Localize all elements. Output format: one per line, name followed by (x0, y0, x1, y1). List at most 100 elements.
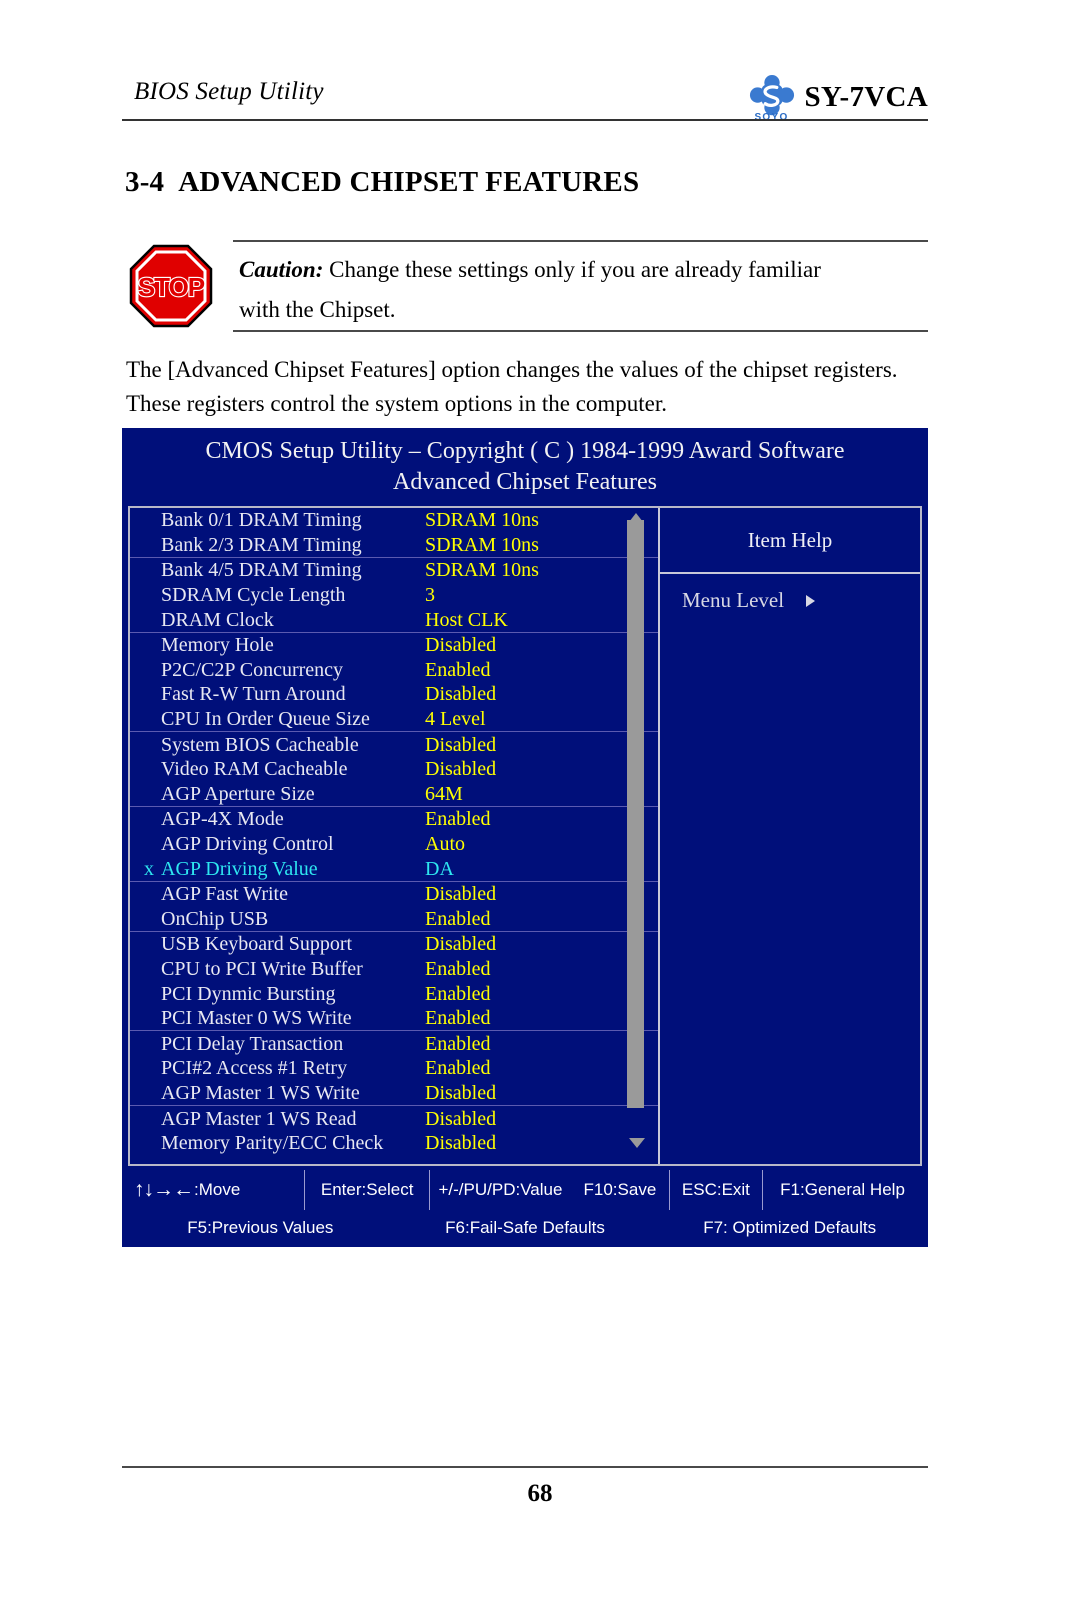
setting-row[interactable]: Video RAM Cacheable Disabled (130, 757, 658, 782)
setting-value[interactable]: Enabled (425, 1006, 491, 1031)
key-value[interactable]: +/-/PU/PD:Value (428, 1170, 571, 1210)
setting-value[interactable]: Enabled (425, 1056, 491, 1081)
setting-row[interactable]: CPU In Order Queue Size 4 Level (130, 707, 658, 732)
setting-label: P2C/C2P Concurrency (161, 658, 344, 681)
setting-disabled-marker: x (144, 857, 154, 880)
setting-value[interactable]: Disabled (425, 1081, 496, 1106)
caution-label: Caution: (239, 257, 324, 282)
soyo-logo-icon: SOYO (749, 74, 795, 123)
setting-value[interactable]: Host CLK (425, 607, 508, 632)
setting-row[interactable]: AGP-4X Mode Enabled (130, 806, 658, 832)
key-esc-exit[interactable]: ESC:Exit (668, 1170, 762, 1210)
setting-value[interactable]: Disabled (425, 1131, 496, 1156)
setting-row[interactable]: PCI Master 0 WS Write Enabled (130, 1006, 658, 1031)
setting-value[interactable]: 4 Level (425, 707, 486, 732)
setting-row[interactable]: Fast R-W Turn Around Disabled (130, 682, 658, 707)
scroll-down-arrow-icon[interactable] (629, 1138, 645, 1148)
setting-label: Fast R-W Turn Around (161, 683, 346, 706)
setting-value[interactable]: SDRAM 10ns (425, 533, 539, 558)
setting-value[interactable]: Disabled (425, 757, 496, 782)
setting-value[interactable]: Enabled (425, 957, 491, 982)
key-enter-select[interactable]: Enter:Select (304, 1170, 428, 1210)
settings-scrollbar[interactable] (625, 510, 647, 1162)
setting-row[interactable]: AGP Aperture Size 64M (130, 782, 658, 807)
setting-label: Memory Parity/ECC Check (161, 1132, 384, 1155)
setting-label: AGP Master 1 WS Read (161, 1107, 357, 1130)
setting-value[interactable]: Enabled (425, 907, 491, 932)
caution-callout: STOP Caution: Change these settings only… (125, 240, 928, 332)
setting-label: AGP Aperture Size (161, 782, 315, 805)
setting-label: SDRAM Cycle Length (161, 584, 346, 607)
setting-label: AGP Driving Value (161, 857, 318, 880)
setting-value[interactable]: Enabled (425, 1031, 491, 1056)
caution-line-1: Caution: Change these settings only if y… (239, 250, 928, 290)
setting-label: USB Keyboard Support (161, 933, 353, 956)
setting-row[interactable]: Memory Hole Disabled (130, 631, 658, 658)
setting-label: Bank 4/5 DRAM Timing (161, 559, 362, 582)
setting-label: CPU to PCI Write Buffer (161, 957, 363, 980)
setting-value[interactable]: SDRAM 10ns (425, 558, 539, 583)
setting-row[interactable]: OnChip USB Enabled (130, 907, 658, 932)
item-help-divider (660, 572, 920, 574)
setting-row[interactable]: DRAM Clock Host CLK (130, 607, 658, 632)
setting-label: Memory Hole (161, 634, 274, 657)
setting-row[interactable]: PCI#2 Access #1 Retry Enabled (130, 1056, 658, 1081)
setting-value[interactable]: Enabled (425, 807, 491, 832)
section-number: 3-4 (125, 166, 165, 198)
setting-row[interactable]: AGP Master 1 WS Write Disabled (130, 1081, 658, 1106)
setting-label: AGP Master 1 WS Write (161, 1081, 360, 1104)
setting-label: PCI#2 Access #1 Retry (161, 1057, 348, 1080)
setting-row[interactable]: x AGP Driving Value DA (130, 856, 658, 881)
header-divider (122, 119, 928, 121)
bios-content-frame: Bank 0/1 DRAM Timing SDRAM 10ns Bank 2/3 D… (128, 506, 922, 1166)
key-f5-previous-values[interactable]: F5:Previous Values (128, 1218, 393, 1238)
scrollbar-thumb[interactable] (627, 520, 644, 1108)
setting-value[interactable]: Disabled (425, 682, 496, 707)
setting-row[interactable]: AGP Master 1 WS Read Disabled (130, 1105, 658, 1131)
setting-row[interactable]: Bank 0/1 DRAM Timing SDRAM 10ns (130, 508, 658, 533)
document-header-title: BIOS Setup Utility (134, 78, 324, 105)
setting-value[interactable]: 3 (425, 583, 435, 608)
setting-value[interactable]: 64M (425, 782, 463, 807)
setting-row[interactable]: P2C/C2P Concurrency Enabled (130, 658, 658, 683)
motherboard-model: SY-7VCA (804, 80, 928, 113)
bios-menu-name: Advanced Chipset Features (393, 469, 657, 495)
bios-settings-list[interactable]: Bank 0/1 DRAM Timing SDRAM 10ns Bank 2/3 D… (130, 508, 658, 1164)
key-move-label: :Move (194, 1180, 241, 1199)
setting-value[interactable]: Disabled (425, 932, 496, 957)
setting-value[interactable]: Disabled (425, 732, 496, 757)
key-move[interactable]: ↑↓→←:Move (128, 1170, 304, 1210)
caution-text-1: Change these settings only if you are al… (329, 257, 821, 282)
setting-row[interactable]: Bank 2/3 DRAM Timing SDRAM 10ns (130, 533, 658, 558)
setting-row[interactable]: PCI Dynmic Bursting Enabled (130, 981, 658, 1006)
caution-line-2: with the Chipset. (239, 297, 396, 322)
setting-value[interactable]: Auto (425, 832, 465, 857)
setting-value[interactable]: Disabled (425, 882, 496, 907)
key-f6-fail-safe-defaults[interactable]: F6:Fail-Safe Defaults (393, 1218, 658, 1238)
setting-row[interactable]: Memory Parity/ECC Check Disabled (130, 1131, 658, 1156)
menu-level-row: Menu Level (682, 588, 816, 613)
bios-key-legend-row-2: F5:Previous Values F6:Fail-Safe Defaults… (128, 1212, 922, 1244)
setting-row[interactable]: USB Keyboard Support Disabled (130, 931, 658, 957)
key-f7-optimized-defaults[interactable]: F7: Optimized Defaults (657, 1218, 922, 1238)
setting-label: CPU In Order Queue Size (161, 708, 370, 731)
setting-value[interactable]: DA (425, 856, 454, 881)
setting-row[interactable]: SDRAM Cycle Length 3 (130, 583, 658, 608)
setting-value[interactable]: Enabled (425, 981, 491, 1006)
intro-paragraph: The [Advanced Chipset Features] option c… (126, 357, 898, 416)
setting-value[interactable]: Disabled (425, 1106, 496, 1131)
caution-text-box: Caution: Change these settings only if y… (233, 240, 928, 332)
key-f10-save[interactable]: F10:Save (571, 1170, 669, 1210)
setting-value[interactable]: Disabled (425, 633, 496, 658)
setting-row[interactable]: Bank 4/5 DRAM Timing SDRAM 10ns (130, 557, 658, 583)
setting-value[interactable]: Enabled (425, 658, 491, 683)
setting-row[interactable]: PCI Delay Transaction Enabled (130, 1030, 658, 1056)
setting-row[interactable]: CPU to PCI Write Buffer Enabled (130, 957, 658, 982)
brand-block: SOYO SY-7VCA (749, 74, 929, 123)
setting-row[interactable]: System BIOS Cacheable Disabled (130, 731, 658, 757)
setting-row[interactable]: AGP Driving Control Auto (130, 832, 658, 857)
setting-row[interactable]: AGP Fast Write Disabled (130, 880, 658, 907)
key-f1-general-help[interactable]: F1:General Help (762, 1170, 922, 1210)
bios-key-legend-row-1: ↑↓→←:Move Enter:Select +/-/PU/PD:Value F… (128, 1170, 922, 1210)
setting-value[interactable]: SDRAM 10ns (425, 508, 539, 533)
